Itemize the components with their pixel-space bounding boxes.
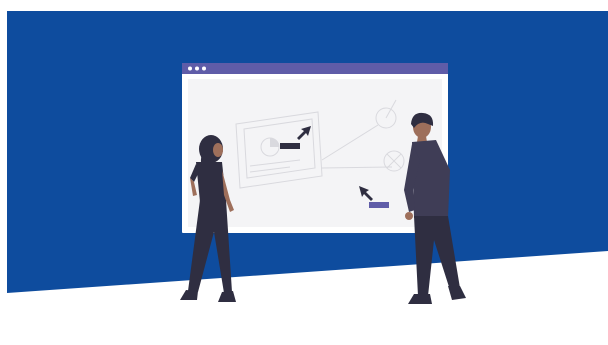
- window-dot-3: [202, 66, 206, 71]
- man-hand: [405, 212, 413, 220]
- label-bar-dark: [280, 143, 300, 149]
- hero-illustration: [0, 0, 608, 345]
- woman-face: [213, 143, 223, 157]
- woman-shirt: [196, 162, 226, 202]
- label-bar-accent: [369, 202, 389, 208]
- window-dot-2: [195, 66, 199, 71]
- browser-title-bar: [182, 63, 448, 74]
- window-dot-1: [188, 66, 192, 71]
